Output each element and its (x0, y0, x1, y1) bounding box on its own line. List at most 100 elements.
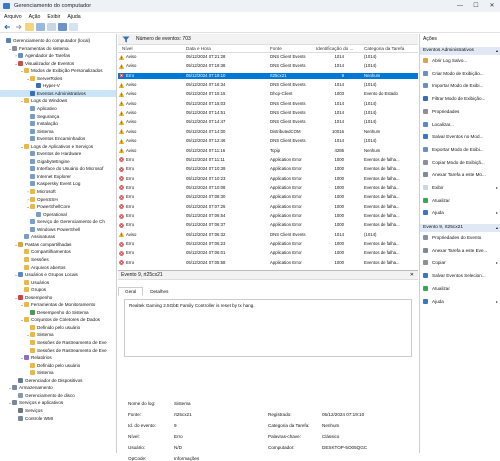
tree-node[interactable]: Operational (32, 211, 67, 218)
tree-node[interactable]: Definido pelo usuário (26, 362, 80, 369)
tree-node[interactable]: Sistema (26, 128, 54, 135)
event-row[interactable]: Aviso 05/12/2024 07:19:38 DNS Client Event… (118, 63, 418, 69)
action-item[interactable]: Exportar Modo de Exibi... (420, 145, 500, 154)
action-item[interactable]: Anexar Tarefa a este Eve... (420, 246, 500, 255)
tree-node[interactable]: ⌄ Serviços e aplicativos (8, 399, 63, 406)
event-row[interactable]: Aviso 05/12/2024 07:15:15 Dhcp-Client 1003 E… (118, 91, 418, 97)
action-item[interactable]: Copiar ▸ (420, 258, 500, 267)
show-pane-button[interactable] (69, 22, 78, 31)
up-folder-button[interactable] (25, 22, 34, 31)
tree-node[interactable]: Grupos (20, 286, 46, 293)
tree-node[interactable]: ⌄ ServerRoles (26, 75, 62, 82)
action-item[interactable]: Salvar Eventos Selecion... (420, 271, 500, 280)
menu-exibir[interactable]: Exibir (47, 14, 60, 20)
tree-node[interactable]: ⌄ Relatórios (20, 354, 52, 361)
tree-node[interactable]: Eventos Administrativos (0, 89, 116, 97)
tree-node[interactable]: ⌄ PowerShellCore (26, 203, 70, 210)
event-row[interactable]: Erro 05/12/2024 07:06:23 Application Error… (118, 241, 418, 247)
event-row[interactable]: Aviso 05/12/2024 07:14:00 DistributedCOM 10… (118, 129, 418, 135)
help-toolbar-button[interactable] (58, 22, 67, 31)
tree-node[interactable]: ⌄ Modos de Exibição Personalizados (20, 67, 103, 74)
tree-node[interactable]: › Microsoft (26, 188, 56, 195)
tree-node[interactable]: Compartilhamentos (20, 248, 71, 255)
tree-node[interactable]: GigabyteEngine (26, 158, 70, 165)
action-item[interactable]: Criar Modo de Exibição... (420, 69, 500, 78)
properties-toolbar-button[interactable] (47, 22, 56, 31)
event-row[interactable]: Erro 05/12/2024 07:19:10 rt25cx21 9 Nenhum (118, 72, 418, 79)
back-button[interactable] (3, 23, 12, 31)
tree-node[interactable]: Kaspersky Event Log (26, 180, 80, 187)
action-item[interactable]: Filtrar Modo de Exibição... (420, 94, 500, 103)
action-item[interactable]: Salvar Eventos no Mod... (420, 132, 500, 141)
event-row[interactable]: Erro 05/12/2024 07:10:39 Application Error… (118, 166, 418, 172)
event-row[interactable]: Erro 05/12/2024 07:07:26 Application Error… (118, 204, 418, 210)
action-item[interactable]: Ajuda ▸ (420, 297, 500, 306)
actions-section-admin-events[interactable]: Eventos Administrativos ▴ (420, 47, 500, 55)
tree-node[interactable]: Serviços (14, 407, 43, 414)
tree-node[interactable]: ⌄ Usuários e Grupos Locais (14, 271, 78, 278)
tree-node[interactable]: Sessões de Rastreamento de Eve (26, 339, 107, 346)
maximize-button[interactable]: ☐ (468, 0, 484, 12)
tab-detalhes[interactable]: Detalhes (143, 287, 175, 296)
tree-node[interactable]: ⌄ Ferramentas do sistema (8, 45, 69, 52)
column-source[interactable]: Fonte (270, 46, 282, 51)
event-row[interactable]: Aviso 05/12/2024 07:12:46 DNS Client Event… (118, 138, 418, 144)
tree-node[interactable]: Sessões (20, 256, 49, 263)
event-message-box[interactable]: Realtek Gaming 2.5GbE Family Controller … (124, 299, 412, 357)
event-row[interactable]: Aviso 05/12/2024 07:11:16 Tcpip 4286 Nenhum (118, 148, 418, 154)
event-row[interactable]: Erro 05/12/2024 07:11:11 Application Error… (118, 157, 418, 163)
event-row[interactable]: Erro 05/12/2024 07:06:37 Application Error… (118, 222, 418, 228)
tree-node[interactable]: Arquivos abertos (20, 264, 65, 271)
column-event-id[interactable]: Identificação do ... (316, 46, 353, 51)
tree-node[interactable]: Segurança (26, 113, 59, 120)
minimize-button[interactable]: — (452, 0, 468, 12)
tree-node[interactable]: Gerenciamento de disco (14, 392, 75, 399)
column-level[interactable]: Nível (122, 46, 132, 51)
tree-node[interactable]: ⌄ Pastas compartilhadas (14, 241, 71, 248)
action-item[interactable]: Copiar Modo de Exibiçã... (420, 158, 500, 167)
event-row[interactable]: Aviso 05/12/2024 07:14:47 DNS Client Event… (118, 119, 418, 125)
tree-node[interactable]: ⌄ Sistema (26, 331, 54, 338)
tree-node[interactable]: Windows PowerShell (26, 226, 80, 233)
event-row[interactable]: Erro 05/12/2024 07:06:54 Application Error… (118, 213, 418, 219)
event-row[interactable]: Aviso 05/12/2024 07:06:32 DNS Client Event… (118, 232, 418, 238)
action-item[interactable]: Anexar Tarefa a este Mo... (420, 170, 500, 179)
tree-node[interactable]: › Agendador de Tarefas (14, 52, 70, 59)
tree-node[interactable]: ⌄ Ferramentas de Monitoramento (20, 301, 95, 308)
action-item[interactable]: Ajuda ▸ (420, 208, 500, 217)
close-icon[interactable]: ✕ (410, 271, 414, 280)
tree-node[interactable]: Internet Explorer (26, 173, 71, 180)
action-item[interactable]: Propriedades do Evento (420, 233, 500, 242)
tree-node[interactable]: Usuários (20, 279, 49, 286)
tree-node[interactable]: Eventos Encaminhados (26, 135, 85, 142)
console-tree-button[interactable] (36, 22, 45, 31)
menu-arquivo[interactable]: Arquivo (4, 14, 22, 20)
menu-ajuda[interactable]: Ajuda (67, 14, 80, 20)
action-item[interactable]: Abrir Log Salvo... (420, 56, 500, 65)
column-task-category[interactable]: Categoria da Tarefa (364, 46, 404, 51)
tree-node[interactable]: Eventos de Hardware (26, 150, 81, 157)
tree-node[interactable]: ⌄ Logs de Aplicativos e Serviços (20, 143, 93, 150)
event-row[interactable]: Aviso 05/12/2024 07:15:03 DNS Client Event… (118, 101, 418, 107)
tree-node[interactable]: ⌄ Logs do Windows (20, 97, 67, 104)
tree-node[interactable]: ⌄ Desempenho (14, 294, 52, 301)
tree-node[interactable]: › OpenSSH (26, 196, 58, 203)
tree-node[interactable]: Hyper-V (32, 82, 60, 89)
event-row[interactable]: Erro 05/12/2024 07:08:30 Application Error… (118, 194, 418, 200)
tree-node[interactable]: Assinaturas (20, 233, 55, 240)
tree-node[interactable]: Serviço de Gerenciamento de Ch (26, 218, 105, 225)
tab-geral[interactable]: Geral (118, 287, 144, 296)
tree-node[interactable]: ⌄ Conjuntos de Coletores de Dados (20, 316, 100, 323)
event-row[interactable]: Erro 05/12/2024 07:10:23 Application Error… (118, 176, 418, 182)
tree-node[interactable]: Controle WMI (14, 415, 53, 422)
event-row[interactable]: Erro 05/12/2024 07:05:58 Application Error… (118, 260, 418, 266)
actions-section-event[interactable]: Evento 9, rt25cx21 ▴ (420, 224, 500, 232)
action-item[interactable]: Exibir ▸ (420, 183, 500, 192)
tree-node[interactable]: ⌄ Armazenamento (8, 384, 53, 391)
action-item[interactable]: Importar Modo de Exibi... (420, 81, 500, 90)
menu-acao[interactable]: Ação (29, 14, 41, 20)
tree-node[interactable]: Aplicativo (26, 105, 57, 112)
tree-node[interactable]: Instalação (26, 120, 58, 127)
tree-node[interactable]: Gerenciamento do computador (local) (2, 37, 90, 44)
tree-node[interactable]: ⌄ Visualizador de Eventos (14, 60, 74, 67)
